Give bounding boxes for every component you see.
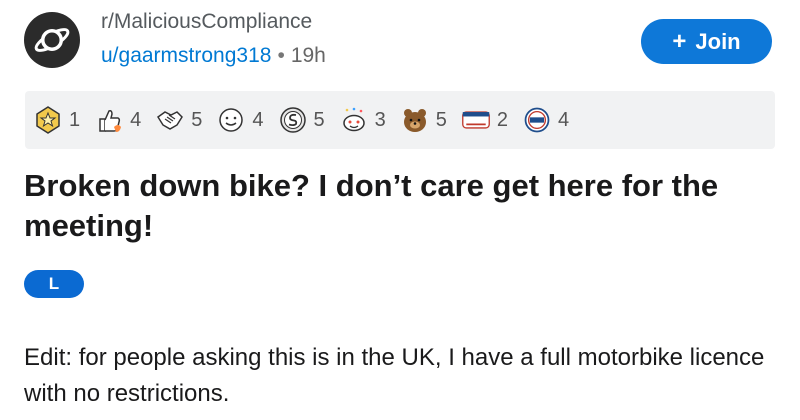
post-title[interactable]: Broken down bike? I don’t care get here … (24, 166, 784, 246)
award-item[interactable]: 5 (155, 105, 202, 135)
award-item[interactable]: 4 (94, 105, 141, 135)
award-item[interactable]: 3 (339, 105, 386, 135)
vote-badge-award-icon (522, 105, 552, 135)
bear-award-icon (400, 105, 430, 135)
award-count: 3 (374, 108, 386, 131)
award-item[interactable]: 4 (216, 105, 264, 135)
post-header: r/MaliciousCompliance u/gaarmstrong318 • 1… (0, 0, 800, 84)
gold-star-award-icon (33, 105, 63, 135)
award-count: 2 (496, 108, 508, 131)
post-flair-badge[interactable]: L (24, 270, 84, 298)
award-item[interactable]: 2 (461, 105, 508, 135)
thumbs-up-flame-award-icon (94, 105, 124, 135)
award-count: 4 (558, 108, 570, 131)
silver-coin-award-icon (278, 105, 308, 135)
post-body: Edit: for people asking this is in the U… (24, 344, 765, 407)
join-button[interactable]: + Join (641, 19, 772, 64)
handshake-award-icon (155, 105, 185, 135)
award-item[interactable]: 5 (278, 105, 325, 135)
post-meta: u/gaarmstrong318 • 19h (101, 44, 326, 68)
award-item[interactable]: 5 (400, 105, 447, 135)
award-count: 4 (130, 108, 142, 131)
voted-badge-award-icon (461, 105, 491, 135)
award-count: 5 (191, 108, 203, 131)
award-count: 4 (252, 108, 264, 131)
awards-bar[interactable]: 1 4 5 4 5 3 5 2 4 (25, 91, 775, 149)
post-age: 19h (290, 44, 326, 67)
award-item[interactable]: 4 (522, 105, 569, 135)
author-link[interactable]: u/gaarmstrong318 (101, 44, 271, 67)
smiling-face-award-icon (216, 105, 246, 135)
award-count: 5 (313, 108, 325, 131)
plus-icon: + (672, 27, 687, 55)
confetti-snoo-award-icon (339, 105, 369, 135)
award-count: 5 (435, 108, 447, 131)
join-button-label: Join (695, 28, 741, 54)
subreddit-avatar-icon[interactable] (24, 12, 80, 68)
award-item[interactable]: 1 (33, 105, 80, 135)
meta-separator: • (277, 44, 285, 67)
subreddit-name[interactable]: r/MaliciousCompliance (101, 10, 312, 34)
award-count: 1 (69, 108, 81, 131)
